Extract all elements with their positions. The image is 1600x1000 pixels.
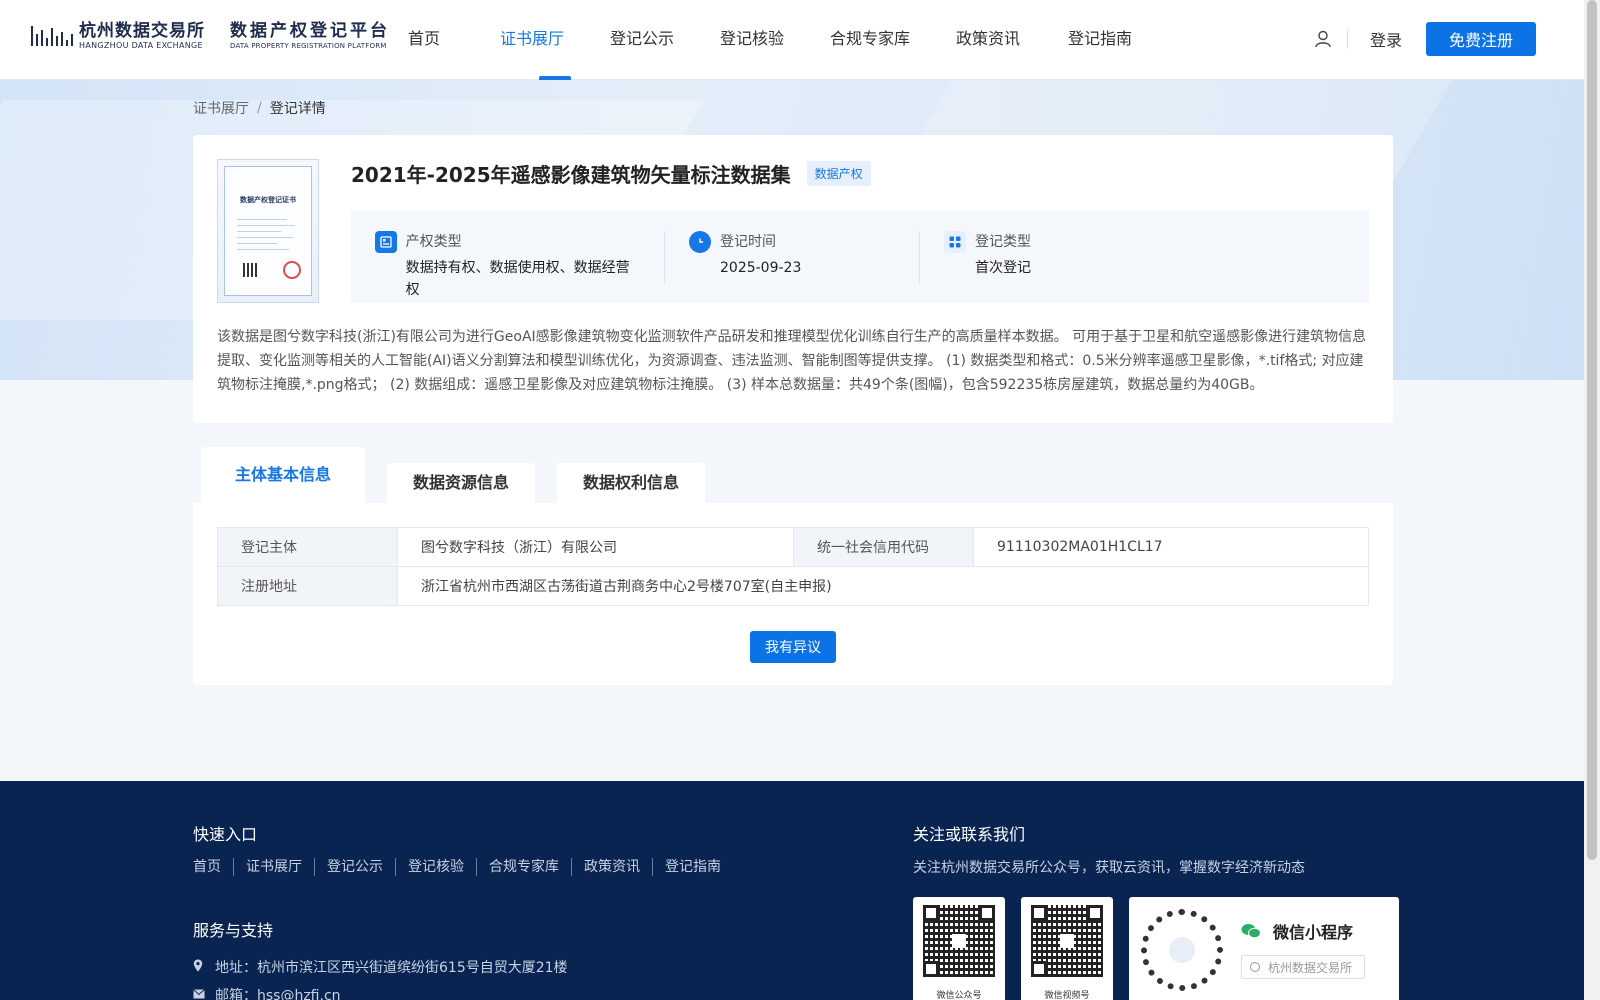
mail-icon — [193, 988, 207, 1000]
nav-registration-verify[interactable]: 登记核验 — [720, 0, 830, 80]
login-link[interactable]: 登录 — [1370, 27, 1402, 51]
qr-video-account: 微信视频号 — [1021, 897, 1113, 1000]
footer-email: 邮箱：hss@hzfi.cn — [193, 985, 341, 1000]
info-summary: 产权类型 数据持有权、数据使用权、数据经营权 登记时间 2025-09-23 登… — [351, 211, 1369, 303]
footer-link-home[interactable]: 首页 — [193, 858, 234, 876]
detail-tabs: 主体基本信息 数据资源信息 数据权利信息 — [201, 447, 727, 503]
property-tag: 数据产权 — [806, 161, 871, 186]
mini-program-code-icon — [1141, 909, 1223, 991]
mini-program-search[interactable]: 杭州数据交易所 — [1241, 955, 1365, 979]
nav-registration-notice[interactable]: 登记公示 — [610, 0, 720, 80]
footer-link-registration-guide[interactable]: 登记指南 — [653, 858, 733, 876]
breadcrumb-current: 登记详情 — [269, 101, 326, 117]
footer-link-registration-verify[interactable]: 登记核验 — [396, 858, 477, 876]
dataset-title: 2021年-2025年遥感影像建筑物矢量标注数据集 — [351, 163, 791, 187]
footer-quick-links: 首页 证书展厅 登记公示 登记核验 合规专家库 政策资讯 登记指南 — [193, 858, 733, 876]
tab-subject-info[interactable]: 主体基本信息 — [201, 447, 366, 503]
qr-code-icon — [1031, 905, 1103, 977]
certificate-title: 数据产权登记证书 — [240, 196, 296, 204]
main-nav: 首页 证书展厅 登记公示 登记核验 合规专家库 政策资讯 登记指南 — [408, 0, 1168, 80]
logo-mark-icon — [31, 22, 75, 52]
table-row: 注册地址 浙江省杭州市西湖区古荡街道古荆商务中心2号楼707室(自主申报) — [217, 566, 1369, 606]
logo-org-cn: 杭州数据交易所 — [79, 21, 205, 41]
breadcrumb: 证书展厅 / 登记详情 — [193, 98, 326, 118]
info-register-time: 登记时间 2025-09-23 — [689, 231, 895, 283]
logo-platform-cn: 数据产权登记平台 — [230, 21, 390, 41]
certificate-thumbnail[interactable]: 数据产权登记证书 — [217, 159, 319, 303]
footer-link-policy-news[interactable]: 政策资讯 — [572, 858, 653, 876]
search-icon — [1250, 962, 1260, 972]
footer-service-title: 服务与支持 — [193, 921, 274, 940]
footer-follow-title: 关注或联系我们 — [913, 825, 1026, 844]
detail-card: 数据产权登记证书 2021年-2025年遥感影像建筑物矢量标注数据集 数据产权 … — [193, 135, 1393, 423]
mini-program-card: 微信小程序 杭州数据交易所 — [1129, 897, 1399, 1000]
top-header: 杭州数据交易所 HANGZHOU DATA EXCHANGE 数据产权登记平台 … — [0, 0, 1584, 80]
nav-home[interactable]: 首页 — [408, 0, 500, 80]
label-credit-code: 统一社会信用代码 — [793, 527, 974, 567]
label-address: 注册地址 — [217, 566, 398, 606]
wechat-icon — [1241, 923, 1261, 939]
qr-official-account: 微信公众号 — [913, 897, 1005, 1000]
certificate-seal-icon — [283, 261, 301, 279]
clock-icon — [689, 231, 711, 253]
footer: 快速入口 首页 证书展厅 登记公示 登记核验 合规专家库 政策资讯 登记指南 服… — [0, 781, 1584, 1000]
subject-info-table: 登记主体 图兮数字科技（浙江）有限公司 统一社会信用代码 91110302MA0… — [217, 527, 1369, 606]
footer-address: 地址：杭州市滨江区西兴街道缤纷街615号自贸大厦21楼 — [193, 957, 568, 977]
scrollbar-thumb[interactable] — [1587, 0, 1597, 860]
document-icon — [375, 231, 397, 253]
table-row: 登记主体 图兮数字科技（浙江）有限公司 统一社会信用代码 91110302MA0… — [217, 527, 1369, 567]
footer-quick-title: 快速入口 — [193, 825, 258, 844]
vertical-scrollbar[interactable] — [1584, 0, 1600, 1000]
grid-icon — [944, 231, 966, 253]
nav-compliance-experts[interactable]: 合规专家库 — [830, 0, 956, 80]
logo-platform-en: DATA PROPERTY REGISTRATION PLATFORM — [230, 42, 387, 50]
tab-data-rights-info[interactable]: 数据权利信息 — [557, 463, 706, 503]
info-register-type: 登记类型 首次登记 — [944, 231, 1031, 283]
logo-org-en: HANGZHOU DATA EXCHANGE — [79, 41, 203, 50]
footer-link-certificate-hall[interactable]: 证书展厅 — [234, 858, 315, 876]
nav-registration-guide[interactable]: 登记指南 — [1068, 0, 1168, 80]
user-area: 登录 免费注册 — [1313, 22, 1536, 56]
user-icon[interactable] — [1313, 29, 1333, 49]
footer-follow-text: 关注杭州数据交易所公众号，获取云资讯，掌握数字经济新动态 — [913, 860, 1305, 876]
qr-code-icon — [923, 905, 995, 977]
footer-link-registration-notice[interactable]: 登记公示 — [315, 858, 396, 876]
value-address: 浙江省杭州市西湖区古荡街道古荆商务中心2号楼707室(自主申报) — [397, 566, 1369, 606]
tab-data-resource-info[interactable]: 数据资源信息 — [387, 463, 536, 503]
register-button[interactable]: 免费注册 — [1426, 22, 1536, 56]
dataset-description: 该数据是图兮数字科技(浙江)有限公司为进行GeoAI感影像建筑物变化监测软件产品… — [217, 329, 1367, 393]
footer-link-compliance-experts[interactable]: 合规专家库 — [477, 858, 572, 876]
value-credit-code: 91110302MA01H1CL17 — [973, 527, 1369, 567]
objection-button[interactable]: 我有异议 — [750, 631, 836, 663]
label-subject: 登记主体 — [217, 527, 398, 567]
nav-policy-news[interactable]: 政策资讯 — [956, 0, 1068, 80]
info-right-type: 产权类型 数据持有权、数据使用权、数据经营权 — [375, 231, 640, 298]
site-logo[interactable]: 杭州数据交易所 HANGZHOU DATA EXCHANGE 数据产权登记平台 … — [31, 22, 390, 52]
nav-certificate-hall[interactable]: 证书展厅 — [500, 0, 610, 80]
breadcrumb-parent[interactable]: 证书展厅 — [193, 98, 249, 118]
value-subject: 图兮数字科技（浙江）有限公司 — [397, 527, 794, 567]
location-pin-icon — [193, 959, 207, 975]
certificate-qr-icon — [243, 263, 257, 277]
subject-info-panel: 登记主体 图兮数字科技（浙江）有限公司 统一社会信用代码 91110302MA0… — [193, 503, 1393, 685]
